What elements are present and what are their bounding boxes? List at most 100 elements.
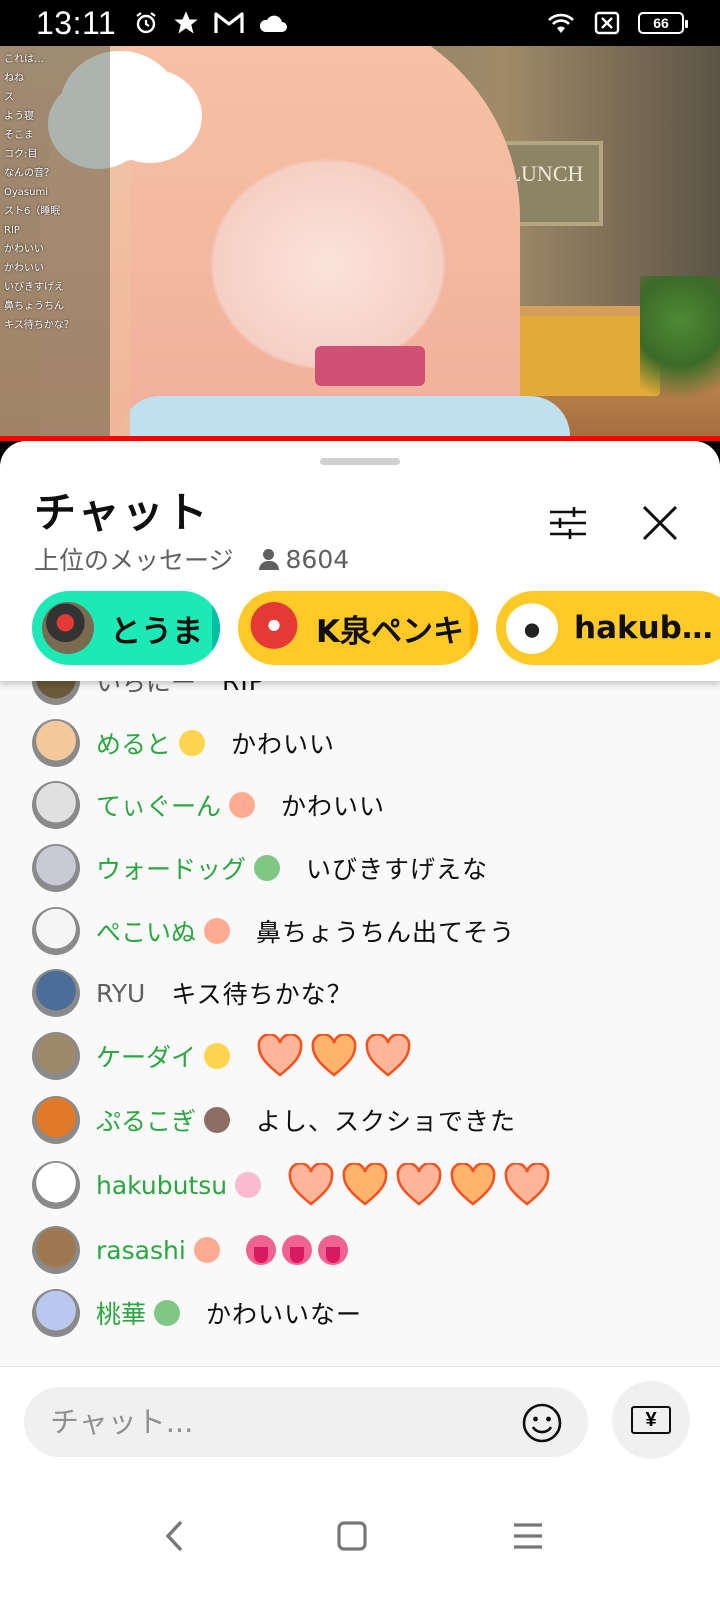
heart-emoji-icon (257, 1034, 303, 1077)
avatar[interactable] (32, 1032, 80, 1080)
no-sim-icon (594, 11, 620, 35)
overlay-chat-line: なんの音？ (4, 168, 54, 179)
member-badge-icon (154, 1300, 181, 1326)
message-author[interactable]: ケーダイ (96, 1038, 196, 1074)
wifi-icon (548, 13, 574, 33)
overlay-chat-line: スト6（睡眠 (4, 206, 61, 217)
stream-overlay-chat: これは… ねねスよう寝 そこま コク:目 なんの音？ Oyasumi スト6（睡眠 RIP かわ… (0, 46, 110, 441)
chat-message[interactable]: ぷるこぎ よし、スクショできた (32, 1093, 712, 1147)
message-author[interactable]: hakubutsu (96, 1171, 227, 1200)
message-author[interactable]: めると (96, 725, 171, 761)
avatar[interactable] (32, 844, 80, 892)
chat-message[interactable]: ぺこいぬ 鼻ちょうちん出てそう (32, 904, 712, 958)
chat-message[interactable]: RYU キス待ちかな？ (32, 966, 712, 1020)
chat-message[interactable]: ケーダイ (32, 1029, 712, 1083)
message-text: かわいいなー (206, 1300, 363, 1329)
avatar (506, 602, 558, 654)
cloud-icon (260, 15, 288, 32)
chat-mode-row[interactable]: 上位のメッセージ 8604 (34, 541, 349, 577)
emoji-run (256, 1034, 412, 1078)
chat-input[interactable] (24, 1387, 588, 1457)
system-nav-bar (0, 1488, 720, 1600)
heart-emoji-icon (504, 1163, 550, 1206)
message-text: よし、スクショできた (256, 1107, 517, 1136)
overlay-chat-line: よう寝 (4, 111, 34, 122)
chat-message[interactable]: めると かわいい (32, 716, 712, 770)
message-text: かわいい (281, 792, 386, 821)
avatar[interactable] (32, 1226, 80, 1274)
overlay-chat-line: いびきすげえ (4, 282, 64, 293)
message-author[interactable]: ぷるこぎ (96, 1102, 196, 1138)
yen-icon: ¥ (631, 1406, 671, 1434)
chat-message[interactable]: hakubutsu (32, 1158, 712, 1212)
member-badge-icon (229, 792, 256, 818)
chat-message[interactable]: ウォードッグ いびきすげえな (32, 841, 712, 895)
tongue-emoji-icon (317, 1235, 348, 1265)
overlay-chat-line: Oyasumi (4, 187, 48, 198)
back-icon (165, 1520, 183, 1552)
star-icon (174, 11, 198, 34)
overlay-chat-line: そこま (4, 130, 34, 141)
member-badge-icon (235, 1172, 262, 1198)
close-icon (642, 505, 678, 541)
heart-emoji-icon (311, 1034, 357, 1077)
avatar[interactable] (32, 781, 80, 829)
sliders-icon (550, 507, 586, 539)
overlay-chat-line: RIP (4, 225, 20, 236)
recents-button[interactable] (498, 1506, 558, 1566)
emoji-button[interactable] (520, 1401, 564, 1445)
battery-indicator: 66 (638, 12, 688, 34)
overlay-chat-line: ねね (4, 73, 24, 84)
avatar (248, 602, 300, 654)
avatar[interactable] (32, 969, 80, 1017)
pinned-chip[interactable]: hakubut… (496, 591, 720, 665)
pinned-chip[interactable]: とうま (32, 591, 220, 665)
chat-message[interactable]: 桃華 かわいいなー (32, 1286, 712, 1340)
message-text: キス待ちかな？ (171, 980, 353, 1009)
super-chat-button[interactable]: ¥ (612, 1381, 690, 1459)
drag-handle[interactable] (320, 458, 400, 465)
avatar[interactable] (32, 907, 80, 955)
message-author[interactable]: RYU (96, 979, 145, 1008)
message-author[interactable]: ぺこいぬ (96, 913, 196, 949)
home-square-icon (337, 1521, 367, 1551)
message-text: かわいい (231, 730, 336, 759)
chat-header: チャット 上位のメッセージ 8604 とうま K泉ペンキ hakubu (0, 441, 720, 681)
gmail-icon (214, 12, 244, 33)
avatar[interactable] (32, 719, 80, 767)
avatar[interactable] (32, 1161, 80, 1209)
overlay-chat-line: キス待ちかな？ (4, 320, 74, 331)
chat-input-bar: ¥ (0, 1366, 720, 1488)
overlay-chat-line: ス (4, 92, 14, 103)
chat-message[interactable]: rasashi (32, 1223, 712, 1277)
message-author[interactable]: 桃華 (96, 1295, 146, 1331)
home-button[interactable] (322, 1506, 382, 1566)
member-badge-icon (254, 855, 281, 881)
heart-emoji-icon (288, 1163, 334, 1206)
viewer-count: 8604 (285, 544, 350, 574)
tongue-emoji-icon (281, 1235, 312, 1265)
chat-mode-label[interactable]: 上位のメッセージ (34, 541, 234, 577)
menu-icon (514, 1523, 542, 1549)
avatar[interactable] (32, 1289, 80, 1337)
message-author[interactable]: rasashi (96, 1236, 186, 1265)
overlay-chat-line: これは… (4, 54, 44, 65)
member-badge-icon (179, 730, 206, 756)
chat-title: チャット (34, 488, 210, 537)
member-badge-icon (204, 1043, 231, 1069)
member-badge-icon (193, 1237, 220, 1263)
chat-message[interactable]: てぃぐーん かわいい (32, 778, 712, 832)
back-button[interactable] (146, 1506, 206, 1566)
pinned-supporters: とうま K泉ペンキ hakubut… (32, 591, 720, 665)
emoji-run (287, 1163, 551, 1207)
member-badge-icon (204, 1107, 231, 1133)
chat-message-list[interactable]: いちにー RIP めると かわいい てぃぐーん かわいい ウォードッグ いびきすげえな ぺこいぬ… (0, 657, 720, 1361)
member-badge-icon (204, 918, 231, 944)
message-author[interactable]: てぃぐーん (96, 787, 221, 823)
filter-settings-button[interactable] (546, 501, 590, 545)
message-author[interactable]: ウォードッグ (96, 850, 246, 886)
close-button[interactable] (636, 499, 684, 547)
avatar[interactable] (32, 1096, 80, 1144)
pinned-chip[interactable]: K泉ペンキ (238, 591, 478, 665)
video-player[interactable]: LUNCH これは… ねねスよう寝 そこま コク:目 なんの音？ Oyasumi スト6（睡… (0, 46, 720, 441)
